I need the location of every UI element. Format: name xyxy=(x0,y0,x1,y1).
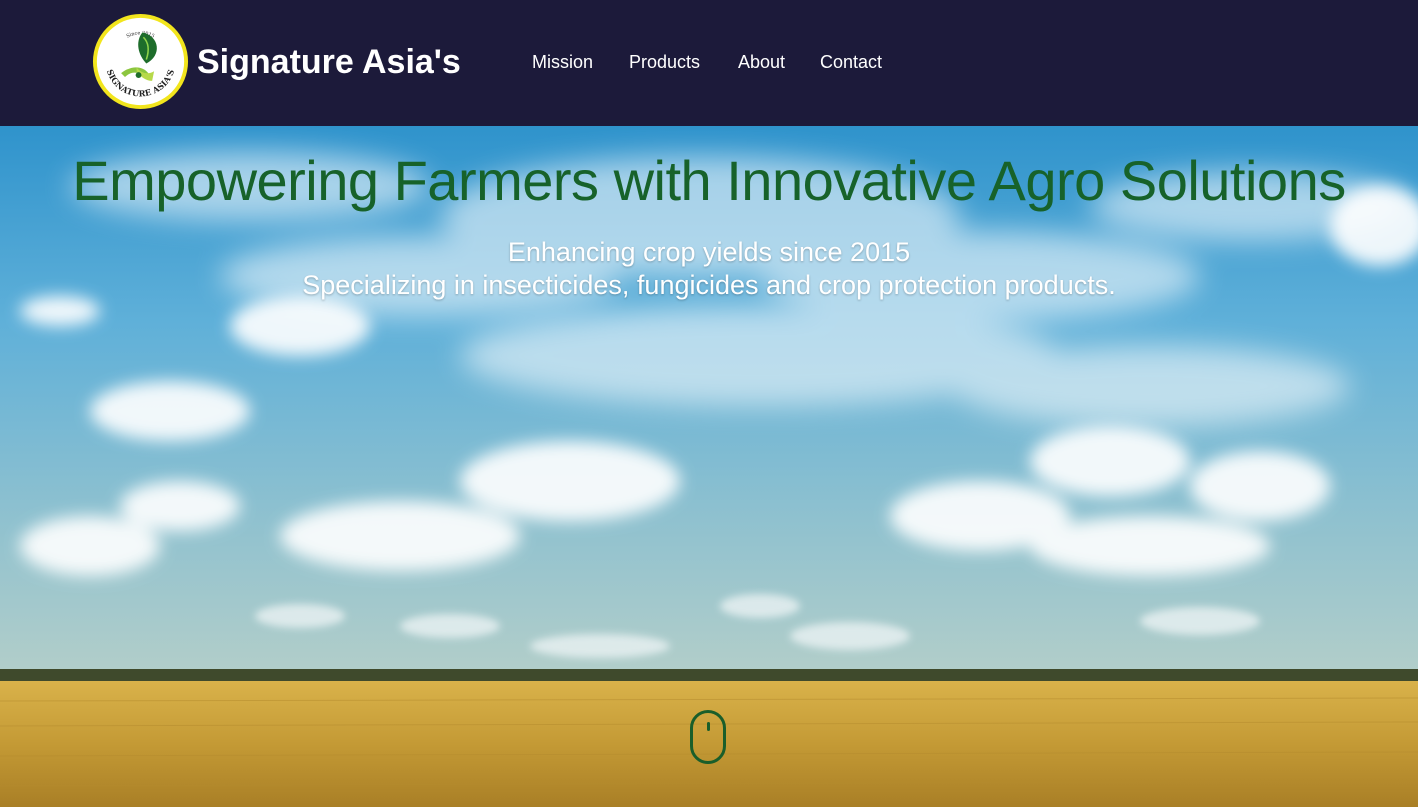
hero-section: Empowering Farmers with Innovative Agro … xyxy=(0,126,1418,807)
nav-link-contact[interactable]: Contact xyxy=(820,50,882,74)
hero-subtitle: Enhancing crop yields since 2015 Special… xyxy=(0,236,1418,302)
nav-link-mission[interactable]: Mission xyxy=(532,50,593,74)
brand-name[interactable]: Signature Asia's xyxy=(197,42,461,82)
scroll-wheel xyxy=(707,722,710,731)
hero-subtitle-line-2: Specializing in insecticides, fungicides… xyxy=(302,270,1116,300)
hero-title: Empowering Farmers with Innovative Agro … xyxy=(72,149,1346,212)
hero-background-image xyxy=(0,126,1418,807)
navbar: Since 2015 SIGNATURE ASIA'S Signature As… xyxy=(0,0,1418,126)
company-logo[interactable]: Since 2015 SIGNATURE ASIA'S xyxy=(92,13,189,110)
nav-link-about[interactable]: About xyxy=(738,50,785,74)
mouse-scroll-icon[interactable] xyxy=(690,710,726,764)
hero-subtitle-line-1: Enhancing crop yields since 2015 xyxy=(507,237,911,267)
page: Since 2015 SIGNATURE ASIA'S Signature As… xyxy=(0,0,1418,807)
nav-link-products[interactable]: Products xyxy=(629,50,700,74)
